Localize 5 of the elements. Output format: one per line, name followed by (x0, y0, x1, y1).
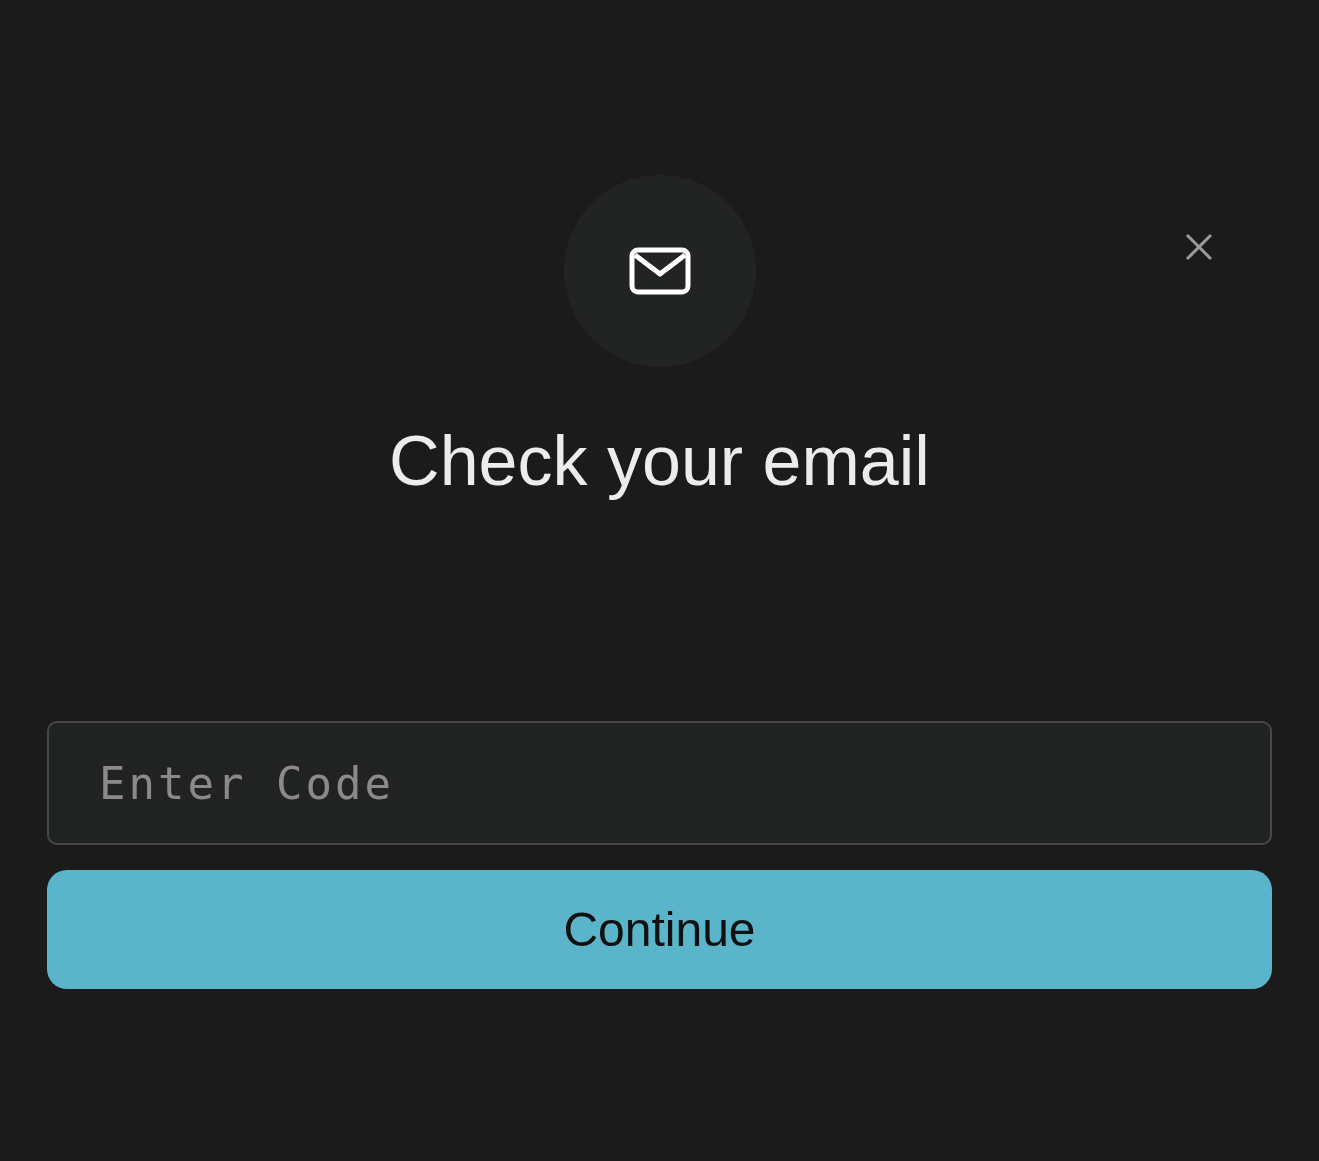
dialog-title: Check your email (388, 421, 931, 502)
continue-button[interactable]: Continue (47, 870, 1272, 989)
mail-icon (628, 247, 691, 295)
code-input-field[interactable]: Enter Code (47, 721, 1272, 845)
close-button[interactable] (1183, 231, 1215, 263)
